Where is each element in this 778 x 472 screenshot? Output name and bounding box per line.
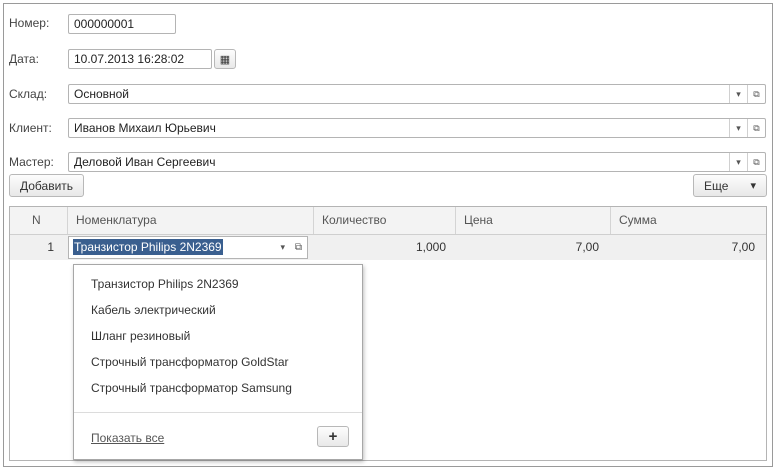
date-label: Дата: [9, 52, 39, 66]
warehouse-field[interactable]: Основной ▾ ⧉ [68, 84, 766, 104]
chevron-down-icon[interactable]: ▾ [280, 237, 285, 258]
column-header-qty[interactable]: Количество [314, 207, 456, 234]
chevron-down-icon[interactable]: ▾ [729, 119, 747, 137]
dropdown-item[interactable]: Строчный трансформатор GoldStar [91, 355, 289, 369]
chevron-down-icon[interactable]: ▾ [729, 153, 747, 171]
sum-cell[interactable]: 7,00 [611, 235, 755, 260]
column-header-n[interactable]: N [10, 207, 68, 234]
date-field[interactable]: 10.07.2013 16:28:02 [68, 49, 212, 69]
row-number: 1 [47, 240, 54, 254]
chevron-down-icon[interactable]: ▾ [729, 85, 747, 103]
client-field[interactable]: Иванов Михаил Юрьевич ▾ ⧉ [68, 118, 766, 138]
create-item-button[interactable]: + [317, 426, 349, 447]
plus-icon: + [328, 428, 338, 445]
add-button[interactable]: Добавить [9, 174, 84, 197]
open-form-icon[interactable]: ⧉ [747, 119, 765, 137]
more-button-label: Еще [704, 178, 729, 193]
dropdown-separator [74, 412, 362, 413]
open-form-icon[interactable]: ⧉ [295, 237, 302, 258]
item-cell-editor[interactable]: Транзистор Philips 2N2369 ▾ ⧉ [68, 236, 308, 259]
item-choice-dropdown: Транзистор Philips 2N2369 Кабель электри… [73, 264, 363, 460]
add-button-label: Добавить [19, 178, 74, 193]
warehouse-label: Склад: [9, 87, 48, 101]
chevron-down-icon: ▾ [750, 180, 756, 192]
date-value: 10.07.2013 16:28:02 [74, 52, 185, 66]
column-header-sum[interactable]: Сумма [611, 207, 766, 234]
master-label: Мастер: [9, 155, 54, 169]
table-row[interactable]: 1 Транзистор Philips 2N2369 ▾ ⧉ 1,000 7,… [10, 235, 766, 260]
client-label: Клиент: [9, 121, 52, 135]
open-form-icon[interactable]: ⧉ [747, 85, 765, 103]
column-header-price[interactable]: Цена [456, 207, 611, 234]
dropdown-item[interactable]: Кабель электрический [91, 303, 216, 317]
warehouse-value: Основной [74, 87, 130, 101]
price-cell[interactable]: 7,00 [456, 235, 599, 260]
item-cell-value: Транзистор Philips 2N2369 [73, 239, 223, 255]
master-value: Деловой Иван Сергеевич [74, 155, 216, 169]
qty-cell[interactable]: 1,000 [314, 235, 446, 260]
calendar-button[interactable]: ▦ [214, 49, 236, 69]
table-header: N Номенклатура Количество Цена Сумма [10, 207, 766, 235]
dropdown-item[interactable]: Шланг резиновый [91, 329, 190, 343]
master-field[interactable]: Деловой Иван Сергеевич ▾ ⧉ [68, 152, 766, 172]
open-form-icon[interactable]: ⧉ [747, 153, 765, 171]
number-value: 000000001 [74, 17, 135, 31]
number-field[interactable]: 000000001 [68, 14, 176, 34]
number-label: Номер: [9, 16, 50, 30]
show-all-link[interactable]: Показать все [91, 431, 164, 445]
client-value: Иванов Михаил Юрьевич [74, 121, 216, 135]
calendar-icon: ▦ [219, 53, 231, 66]
dropdown-item[interactable]: Строчный трансформатор Samsung [91, 381, 292, 395]
more-button[interactable]: Еще ▾ [693, 174, 767, 197]
dropdown-item[interactable]: Транзистор Philips 2N2369 [91, 277, 239, 291]
column-header-item[interactable]: Номенклатура [68, 207, 314, 234]
